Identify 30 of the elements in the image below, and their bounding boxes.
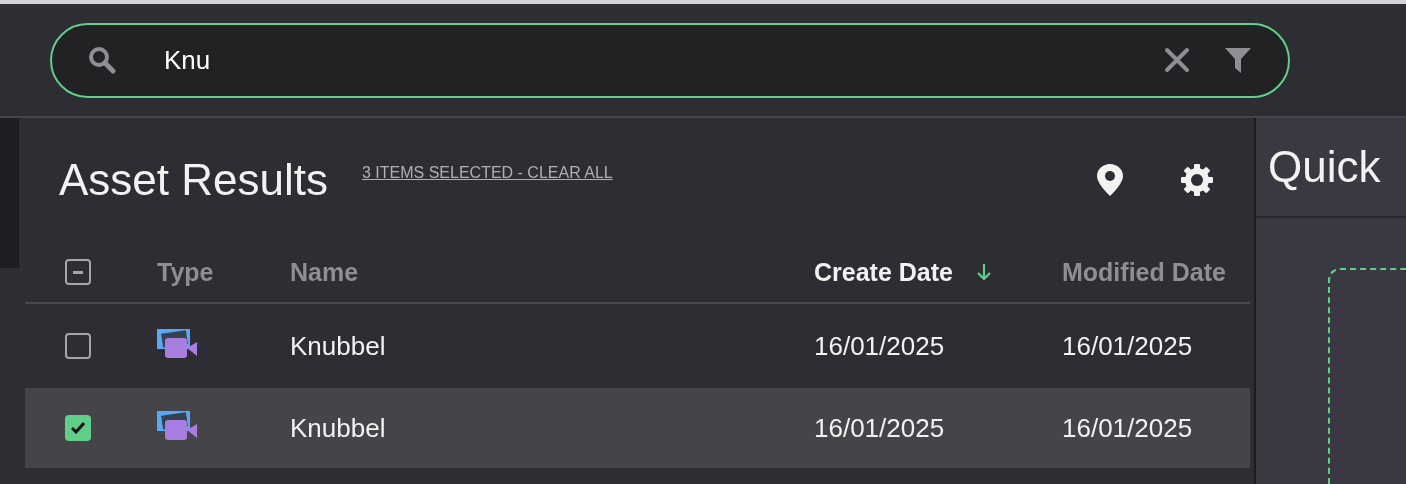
column-header[interactable]: Type [157,257,290,287]
check-icon [71,422,85,434]
table-cell-text: 16/01/2025 [1062,330,1194,362]
search-input[interactable]: Knu [164,44,1164,76]
panel-title: Asset Results [59,155,328,205]
sort-arrow-icon [976,263,991,281]
table-cell-text: 16/01/2025 [814,412,946,444]
table-row[interactable]: Knubbel 16/01/2025 16/01/2025 [25,306,1250,386]
table-cell-text: 16/01/2025 [1062,412,1194,444]
settings-icon[interactable] [1180,163,1214,197]
checkbox[interactable] [65,415,91,441]
column-header[interactable]: Name [290,257,814,287]
location-pin-icon[interactable] [1096,163,1124,197]
column-header[interactable]: Modified Date [1062,257,1252,287]
checkbox[interactable] [65,259,91,285]
video-camera-icon [157,329,199,359]
dash-icon [73,270,83,274]
table-cell-text: 16/01/2025 [814,330,946,362]
panel-title: Quick [1268,142,1381,192]
close-icon[interactable] [1164,47,1190,73]
video-camera-icon [157,411,199,441]
filter-icon[interactable] [1224,46,1252,74]
clear-all-link[interactable]: 3 ITEMS SELECTED - CLEAR ALL [362,164,613,182]
table-cell-text: Knubbel [290,412,387,444]
table-row[interactable]: Knubbel 16/01/2025 16/01/2025 [25,388,1250,468]
table-cell-text: Knubbel [290,330,387,362]
search-icon [88,46,116,74]
column-header[interactable]: Create Date [814,257,1062,287]
search-field[interactable]: Knu [50,22,1290,98]
checkbox[interactable] [65,333,91,359]
